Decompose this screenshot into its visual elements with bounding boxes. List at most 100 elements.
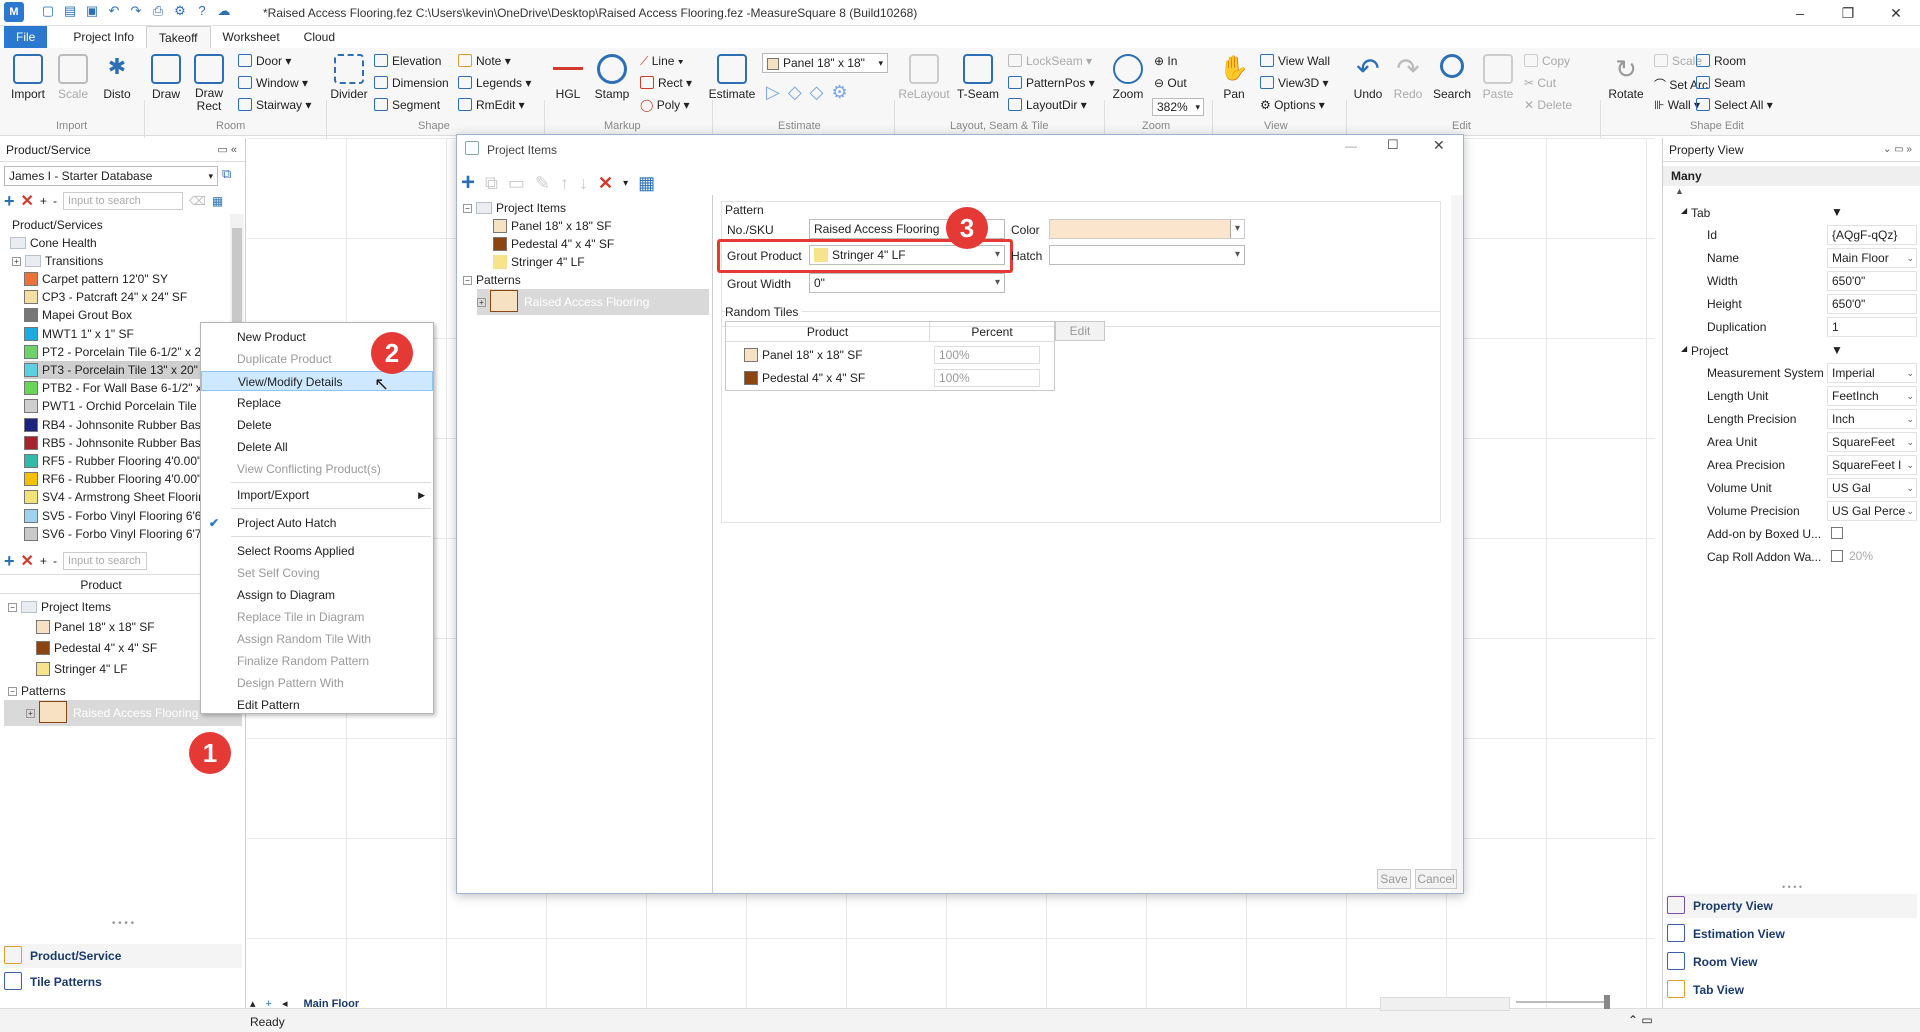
import-button[interactable]: Import (8, 54, 48, 101)
tab-main-floor[interactable]: Main Floor (304, 998, 360, 1010)
property-value[interactable]: 20% (1827, 547, 1917, 567)
panel-controls-icon[interactable]: ⌄ ▭ » (1883, 138, 1912, 162)
property-value[interactable]: US Gal Perce ⌄ (1827, 501, 1917, 521)
list-item[interactable]: MWT1 1" x 1" SF (24, 325, 134, 343)
property-row[interactable]: Volume Precision US Gal Perce ⌄ (1663, 500, 1920, 523)
draw-button[interactable]: Draw (148, 54, 184, 101)
menu-replace-tile[interactable]: Replace Tile in Diagram (201, 607, 433, 627)
list-item[interactable]: SV4 - Armstrong Sheet Floorin (24, 488, 205, 506)
draw-rect-button[interactable]: Draw Rect (190, 54, 228, 113)
pattern-tools-icons[interactable]: ▷◇◇⚙ (766, 82, 856, 103)
view3d-button[interactable]: View3D ▾ (1260, 76, 1329, 90)
save-icon[interactable]: ▣ (84, 3, 100, 19)
move-up-icon[interactable]: ↑ (560, 173, 569, 194)
menu-finalize-random[interactable]: Finalize Random Pattern (201, 651, 433, 671)
save-button[interactable]: Save (1377, 869, 1411, 889)
rotate-button[interactable]: ↻ Rotate (1604, 54, 1648, 101)
list-item[interactable]: RF6 - Rubber Flooring 4'0.00" (24, 470, 201, 488)
product-search-input[interactable]: Input to search (62, 192, 183, 210)
property-value[interactable]: SquareFeet I ⌄ (1827, 455, 1917, 475)
property-value[interactable]: US Gal ⌄ (1827, 478, 1917, 498)
stamp-button[interactable]: Stamp (592, 54, 632, 101)
expand-icon[interactable]: + (26, 709, 35, 718)
list-item[interactable]: SV6 - Forbo Vinyl Flooring 6'7 (24, 525, 201, 543)
select-all-button[interactable]: Select All ▾ (1696, 98, 1773, 112)
menu-view-modify-details[interactable]: View/Modify Details (201, 371, 433, 391)
help-icon[interactable]: ? (194, 3, 210, 19)
copy-icon[interactable]: ⧉ (485, 173, 498, 194)
tab-cloud[interactable]: Cloud (292, 26, 347, 48)
splitter-grip[interactable]: • • • • (1663, 882, 1920, 894)
project-search-input[interactable]: Input to search (62, 552, 147, 570)
property-value[interactable]: 1 (1827, 317, 1917, 337)
menu-view-conflicting[interactable]: View Conflicting Product(s) (201, 459, 433, 479)
property-value[interactable]: 650'0" (1827, 294, 1917, 314)
new-file-icon[interactable]: ▢ (40, 3, 56, 19)
minimize-button[interactable]: – (1780, 2, 1820, 24)
property-value[interactable]: {AQgF-qQz} (1827, 225, 1917, 245)
tab-worksheet[interactable]: Worksheet (211, 26, 292, 48)
copy-button[interactable]: Copy (1524, 54, 1570, 68)
property-row[interactable]: Id {AQgF-qQz} (1663, 224, 1920, 247)
rmedit-button[interactable]: RmEdit ▾ (458, 98, 525, 112)
expand-icon[interactable]: + (477, 298, 486, 307)
dialog-maximize-button[interactable]: ☐ (1387, 137, 1399, 153)
list-item[interactable]: RF5 - Rubber Flooring 4'0.00" (24, 452, 201, 470)
menu-project-auto-hatch[interactable]: ✔ Project Auto Hatch (201, 513, 433, 533)
menu-design-pattern[interactable]: Design Pattern With (201, 673, 433, 693)
row-percent-input[interactable]: 100% (934, 346, 1040, 364)
add-icon[interactable]: + (4, 191, 15, 212)
note-button[interactable]: Note ▾ (458, 54, 511, 68)
menu-set-self-coving[interactable]: Set Self Coving (201, 563, 433, 583)
folder-icon[interactable]: ▭ (508, 173, 525, 194)
collapse-icon[interactable]: − (8, 687, 17, 696)
seam-button[interactable]: Seam (1696, 76, 1745, 90)
property-row[interactable]: Area Precision SquareFeet I ⌄ (1663, 454, 1920, 477)
status-controls-icon[interactable]: ⌃ ▭ (1628, 1013, 1653, 1027)
tree-root[interactable]: Product/Services (12, 216, 103, 234)
tab-file[interactable]: File (4, 26, 48, 48)
list-item[interactable]: Pedestal 4" x 4" SF (36, 639, 157, 657)
tab-project-info[interactable]: Project Info (61, 26, 146, 48)
collapse-triangle-icon[interactable]: ▲ (1675, 186, 1684, 196)
row-percent-input[interactable]: 100% (934, 369, 1040, 387)
dock-product-service[interactable]: Product/Service (4, 944, 242, 968)
expand-icon[interactable]: + (40, 194, 47, 208)
property-row[interactable]: Length Precision Inch ⌄ (1663, 408, 1920, 431)
rect-button[interactable]: Rect ▾ (640, 76, 692, 90)
table-row[interactable]: Panel 18" x 18" SF (744, 346, 924, 364)
collapse-icon[interactable]: − (8, 603, 17, 612)
edit-icon[interactable]: ✎ (535, 173, 550, 194)
dimension-button[interactable]: Dimension (374, 76, 449, 90)
zoom-out-button[interactable]: ⊖ Out (1154, 76, 1187, 90)
cloud-icon[interactable]: ☁ (216, 3, 232, 19)
divider-button[interactable]: Divider (330, 54, 368, 101)
collapse-icon[interactable]: - (53, 194, 57, 208)
delete-icon[interactable]: ✕ (21, 551, 34, 571)
property-row[interactable]: Length Unit FeetInch ⌄ (1663, 385, 1920, 408)
property-row[interactable]: Add-on by Boxed U... (1663, 523, 1920, 546)
clear-search-icon[interactable]: ⌫ (189, 194, 206, 208)
list-item[interactable]: Carpet pattern 12'0" SY (24, 270, 168, 288)
door-button[interactable]: Door ▾ (238, 54, 291, 68)
close-button[interactable]: ✕ (1876, 2, 1916, 24)
list-item[interactable]: CP3 - Patcraft 24" x 24" SF (24, 288, 187, 306)
list-item[interactable]: SV5 - Forbo Vinyl Flooring 6'6 (24, 507, 201, 525)
property-row[interactable]: Height 650'0" (1663, 293, 1920, 316)
grid-icon[interactable]: ▦ (638, 173, 655, 194)
folder-transitions[interactable]: + Transitions (12, 252, 103, 270)
estimate-button[interactable]: Estimate (708, 54, 756, 101)
patternpos-button[interactable]: PatternPos ▾ (1008, 76, 1095, 90)
dlg-tree-item-pedestal[interactable]: Pedestal 4" x 4" SF (493, 235, 614, 253)
tseam-button[interactable]: T-Seam (954, 54, 1002, 101)
open-folder-icon[interactable]: ▤ (62, 3, 78, 19)
scale-button[interactable]: Scale (54, 54, 92, 101)
tab-takeoff[interactable]: Takeoff (146, 26, 211, 48)
cut-button[interactable]: ✂ Cut (1524, 76, 1556, 90)
menu-assign-to-diagram[interactable]: Assign to Diagram (201, 585, 433, 605)
list-item[interactable]: Panel 18" x 18" SF (36, 618, 155, 636)
segment-button[interactable]: Segment (374, 98, 440, 112)
dock-tab-view[interactable]: Tab View (1667, 978, 1917, 1002)
menu-delete-all[interactable]: Delete All (201, 437, 433, 457)
delete-icon[interactable]: ✕ (598, 173, 613, 194)
